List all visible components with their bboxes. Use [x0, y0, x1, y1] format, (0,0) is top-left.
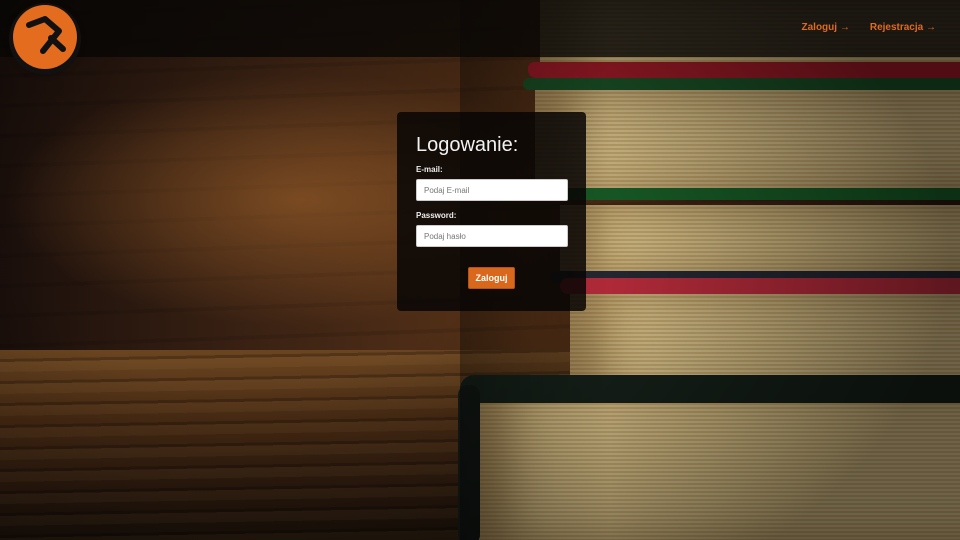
nav-register-link[interactable]: Rejestracja →	[870, 22, 936, 33]
password-label: Password:	[416, 211, 457, 220]
top-nav-links: Zaloguj → Rejestracja →	[802, 22, 937, 33]
login-card: Logowanie: E-mail: Password: Zaloguj	[397, 112, 586, 311]
nav-login-label: Zaloguj	[801, 22, 838, 33]
password-field[interactable]	[416, 225, 568, 247]
nav-register-label: Rejestracja	[869, 22, 924, 33]
top-navbar: Zaloguj → Rejestracja →	[0, 0, 960, 69]
login-title: Logowanie:	[416, 134, 519, 156]
email-field[interactable]	[416, 179, 568, 201]
arrow-right-icon: →	[839, 22, 850, 33]
login-submit-button[interactable]: Zaloguj	[468, 267, 515, 289]
arrow-right-icon: →	[926, 22, 936, 33]
brand-logo-icon[interactable]	[13, 5, 77, 69]
email-label: E-mail:	[416, 165, 443, 174]
nav-login-link[interactable]: Zaloguj →	[802, 22, 850, 33]
